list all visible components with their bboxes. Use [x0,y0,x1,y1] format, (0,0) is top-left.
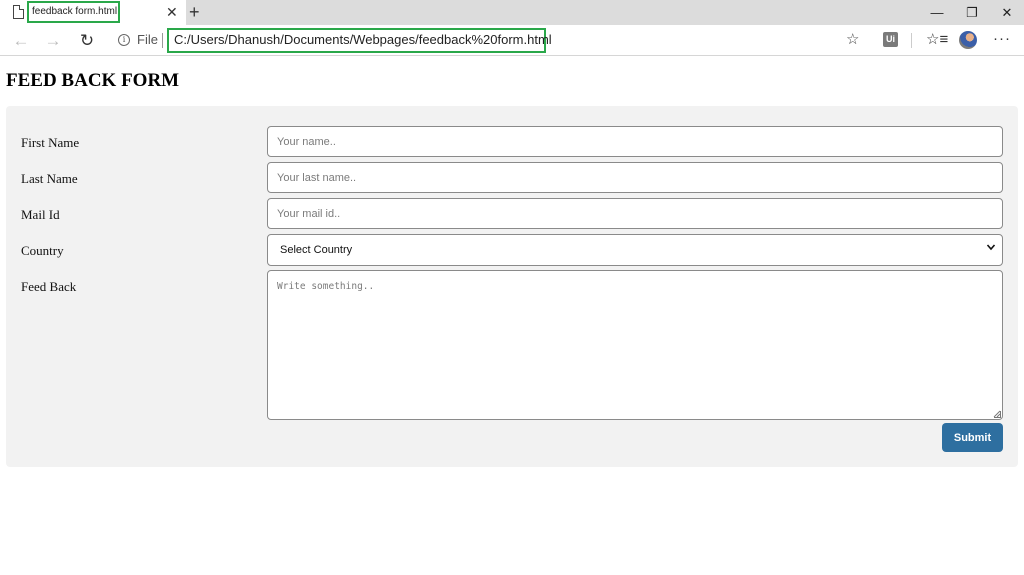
country-select-value: Select Country [280,244,353,256]
page-title: FEED BACK FORM [6,70,180,91]
first-name-input[interactable] [267,126,1003,157]
scheme-label: File [137,32,158,47]
address-bar-url[interactable]: C:/Users/Dhanush/Documents/Webpages/feed… [174,32,552,47]
tab-strip: feedback form.html ✕ + — ❐ ✕ [0,0,1024,25]
window-close-icon[interactable]: ✕ [990,0,1024,25]
browser-tab[interactable]: feedback form.html ✕ [0,0,186,25]
info-icon[interactable]: i [118,34,130,46]
back-icon[interactable]: ← [8,28,34,54]
refresh-icon[interactable]: ↻ [74,28,100,54]
feedback-label: Feed Back [21,279,77,294]
extension-icon[interactable]: Ui [883,32,898,47]
last-name-label: Last Name [21,171,78,186]
profile-avatar[interactable] [959,31,977,49]
address-divider [162,33,163,48]
forward-icon[interactable]: → [40,28,66,54]
first-name-label: First Name [21,135,80,150]
country-select[interactable]: Select Country [267,234,1003,266]
restore-icon[interactable]: ❐ [955,0,989,25]
more-menu-icon[interactable]: ··· [993,30,1011,47]
mail-label: Mail Id [21,207,60,222]
minimize-icon[interactable]: — [920,0,954,25]
tab-title: feedback form.html [32,6,118,17]
browser-toolbar: ← → ↻ i File C:/Users/Dhanush/Documents/… [0,25,1024,56]
submit-button[interactable]: Submit [942,423,1003,452]
feedback-textarea[interactable] [267,270,1003,420]
tab-close-icon[interactable]: ✕ [166,3,178,21]
resize-grip-icon[interactable] [993,410,1001,418]
add-favorite-star-icon[interactable]: ☆ [846,30,859,48]
chevron-down-icon [986,242,996,255]
toolbar-divider [911,33,912,48]
mail-input[interactable] [267,198,1003,229]
document-icon [13,5,24,19]
favorites-icon[interactable]: ☆≡ [926,30,948,48]
new-tab-icon[interactable]: + [189,1,200,23]
last-name-input[interactable] [267,162,1003,193]
country-label: Country [21,243,64,258]
